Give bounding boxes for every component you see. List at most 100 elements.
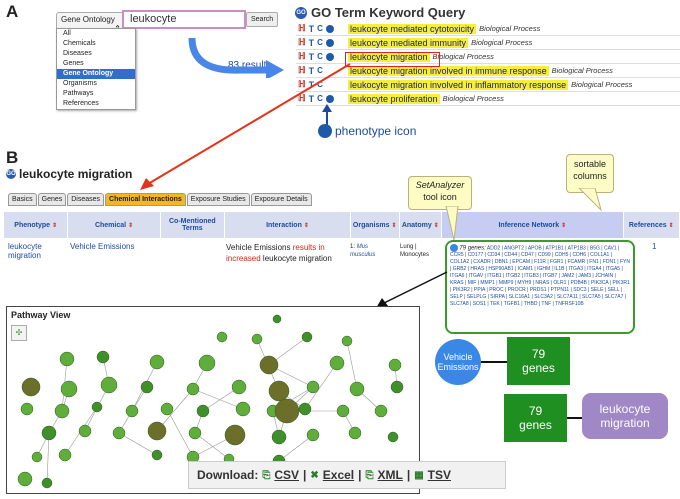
pathway-node[interactable]	[390, 380, 404, 394]
pathway-node[interactable]	[17, 471, 33, 487]
pathway-node[interactable]	[91, 401, 103, 413]
pathway-node[interactable]	[198, 354, 216, 372]
tab-chemical-interactions[interactable]: Chemical Interactions	[105, 193, 186, 206]
tab-genes[interactable]: Genes	[37, 193, 67, 206]
phenotype-icon[interactable]	[325, 38, 334, 47]
tab-basics[interactable]: Basics	[8, 193, 37, 206]
pathway-node[interactable]	[41, 425, 57, 441]
pathway-node[interactable]	[329, 355, 345, 371]
menu-item[interactable]: Diseases	[57, 49, 135, 59]
pathway-node[interactable]	[41, 477, 53, 489]
go-term-link[interactable]: leukocyte proliferation	[348, 93, 440, 104]
cell-phenotype[interactable]: leukocyte migration	[8, 242, 66, 260]
chemical-icon[interactable]: C	[317, 24, 323, 33]
col-inference-network[interactable]: Inference Network ⇕	[442, 212, 624, 238]
col-anatomy[interactable]: Anatomy ⇕	[399, 212, 443, 238]
download-excel[interactable]: Excel	[323, 468, 354, 482]
pathway-node[interactable]	[196, 404, 210, 418]
pathway-node[interactable]	[341, 335, 353, 347]
download-tsv[interactable]: TSV	[428, 468, 451, 482]
pathway-node[interactable]	[301, 331, 313, 343]
pathway-node[interactable]	[147, 421, 167, 441]
phenotype-icon[interactable]	[325, 24, 334, 33]
pathway-node[interactable]	[140, 380, 154, 394]
pathway-node[interactable]	[388, 358, 402, 372]
pathway-node[interactable]	[59, 351, 75, 367]
pathway-node[interactable]	[31, 451, 43, 463]
pathway-node[interactable]	[231, 379, 247, 395]
heatmap-icon[interactable]: ℍ	[298, 23, 306, 34]
pathway-node[interactable]	[96, 350, 110, 364]
pathway-node[interactable]	[387, 431, 399, 443]
download-xml[interactable]: XML	[377, 468, 402, 482]
tree-icon[interactable]: T	[309, 24, 315, 34]
pathway-node[interactable]	[54, 403, 70, 419]
pathway-node[interactable]	[298, 402, 312, 416]
go-result-row: ℍ T Cleukocyte mediated immunity Biological…	[296, 36, 680, 50]
col-references[interactable]: References ⇕	[623, 212, 680, 238]
pathway-node[interactable]	[21, 377, 41, 397]
tab-diseases[interactable]: Diseases	[67, 193, 105, 206]
go-term-link[interactable]: leukocyte mediated cytotoxicity	[348, 23, 477, 34]
pathway-node[interactable]	[268, 380, 290, 402]
menu-item[interactable]: References	[57, 99, 135, 109]
pathway-node[interactable]	[60, 380, 78, 398]
pathway-node[interactable]	[58, 448, 72, 462]
tab-exposure-studies[interactable]: Exposure Studies	[186, 193, 250, 206]
setanalyzer-icon[interactable]	[450, 244, 458, 252]
pathway-node[interactable]	[374, 404, 388, 418]
col-chemical[interactable]: Chemical ⇕	[68, 212, 161, 238]
search-button[interactable]: Search	[246, 12, 279, 27]
menu-item[interactable]: Pathways	[57, 89, 135, 99]
pathway-node[interactable]	[306, 380, 320, 394]
pathway-node[interactable]	[271, 429, 287, 445]
pathway-node[interactable]	[186, 382, 200, 396]
pathway-node[interactable]	[112, 426, 126, 440]
pathway-node[interactable]	[100, 376, 118, 394]
col-phenotype[interactable]: Phenotype ⇕	[4, 212, 69, 238]
pathway-node[interactable]	[188, 426, 202, 440]
tab-exposure-details[interactable]: Exposure Details	[250, 193, 312, 206]
menu-item[interactable]: All	[57, 29, 135, 39]
pathway-node[interactable]	[348, 426, 362, 440]
menu-item[interactable]: Organisms	[57, 79, 135, 89]
go-term-link[interactable]: leukocyte mediated immunity	[348, 37, 469, 48]
col-comentioned[interactable]: Co-Mentioned Terms	[160, 212, 226, 238]
pathway-node[interactable]	[349, 381, 365, 397]
sortable-pointer	[578, 188, 602, 212]
pathway-node[interactable]	[274, 398, 300, 424]
heatmap-icon[interactable]: ℍ	[298, 37, 306, 48]
pathway-node[interactable]	[259, 355, 279, 375]
pathway-node[interactable]	[151, 449, 163, 461]
tree-icon[interactable]: T	[309, 38, 315, 48]
pathway-node[interactable]	[160, 402, 174, 416]
pathway-node[interactable]	[336, 404, 350, 418]
pathway-node[interactable]	[251, 333, 263, 345]
cell-organism: 1: Mus musculus	[350, 244, 376, 258]
cell-chemical[interactable]: Vehicle Emissions	[70, 242, 156, 251]
edge-genes-phenotype	[567, 417, 582, 419]
col-interaction[interactable]: Interaction ⇕	[225, 212, 351, 238]
pathway-edge	[194, 432, 230, 460]
pathway-node[interactable]	[149, 354, 165, 370]
go-icon: GO	[295, 6, 307, 19]
menu-item[interactable]: Genes	[57, 59, 135, 69]
pathway-node[interactable]	[216, 331, 228, 343]
search-input[interactable]: leukocyte	[122, 10, 246, 29]
pathway-node[interactable]	[224, 424, 246, 446]
download-csv[interactable]: CSV	[274, 468, 299, 482]
chemical-icon[interactable]: C	[317, 38, 323, 47]
menu-item-selected[interactable]: Gene Ontology	[57, 69, 135, 79]
pathway-node[interactable]	[306, 428, 320, 442]
pathway-node[interactable]	[272, 314, 282, 324]
pathway-node[interactable]	[125, 404, 139, 418]
pathway-node[interactable]	[20, 402, 34, 416]
gene-list[interactable]: ADD2 | ANGPT2 | APOB | ATP1B1 | ATP1B3 |…	[450, 245, 630, 307]
col-organisms[interactable]: Organisms ⇕	[350, 212, 400, 238]
menu-item[interactable]: Chemicals	[57, 39, 135, 49]
go-term-link[interactable]: leukocyte migration involved in immune r…	[348, 65, 549, 76]
pathway-node[interactable]	[235, 401, 251, 417]
cell-references[interactable]: 1	[652, 242, 656, 251]
pathway-node[interactable]	[78, 424, 92, 438]
go-term-link[interactable]: leukocyte migration involved in inflamma…	[348, 79, 569, 90]
